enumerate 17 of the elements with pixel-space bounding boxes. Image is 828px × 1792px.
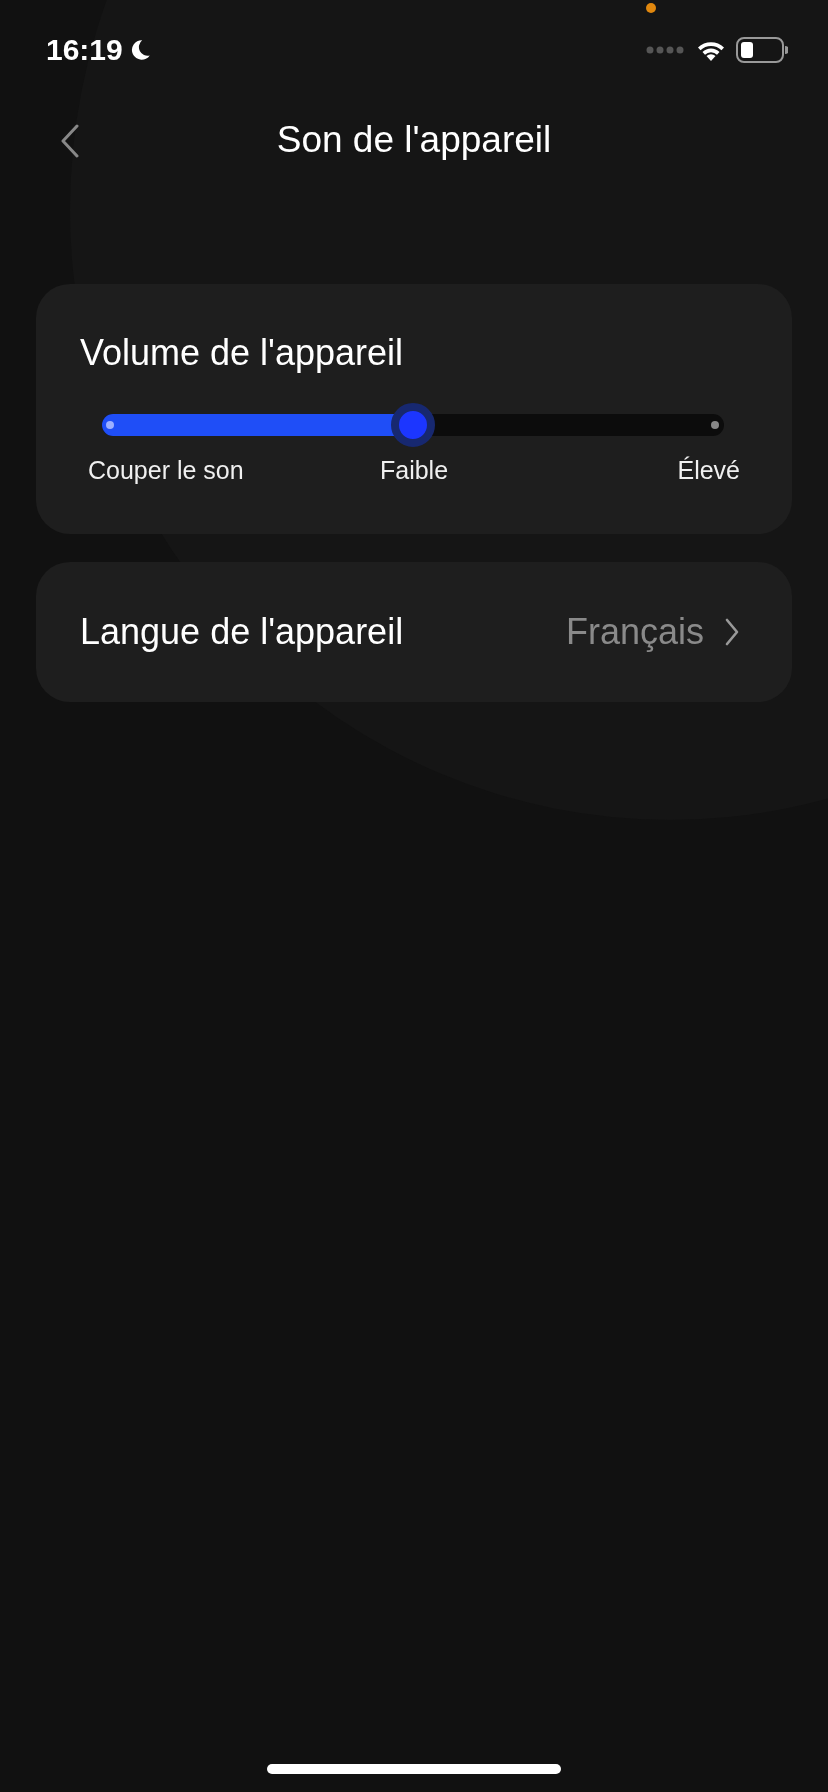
slider-label: Élevé (677, 456, 740, 485)
status-time: 16:19 (46, 33, 123, 67)
max-dot-icon (711, 421, 719, 429)
min-dot-icon (106, 421, 114, 429)
page-title: Son de l'appareil (276, 119, 552, 161)
chevron-right-icon (724, 617, 740, 647)
slider-label: Couper le son (88, 456, 245, 485)
language-row[interactable]: Langue de l'appareil Français (36, 562, 792, 702)
language-value: Français (565, 611, 704, 653)
language-label: Langue de l'appareil (80, 611, 404, 653)
signal-icon (646, 45, 686, 55)
slider-label: Faible (379, 456, 449, 485)
privacy-indicator-icon (646, 3, 656, 13)
slider-thumb[interactable] (391, 403, 435, 447)
volume-slider-track[interactable] (102, 414, 724, 436)
volume-title: Volume de l'appareil (80, 332, 405, 374)
battery-icon (736, 37, 788, 63)
